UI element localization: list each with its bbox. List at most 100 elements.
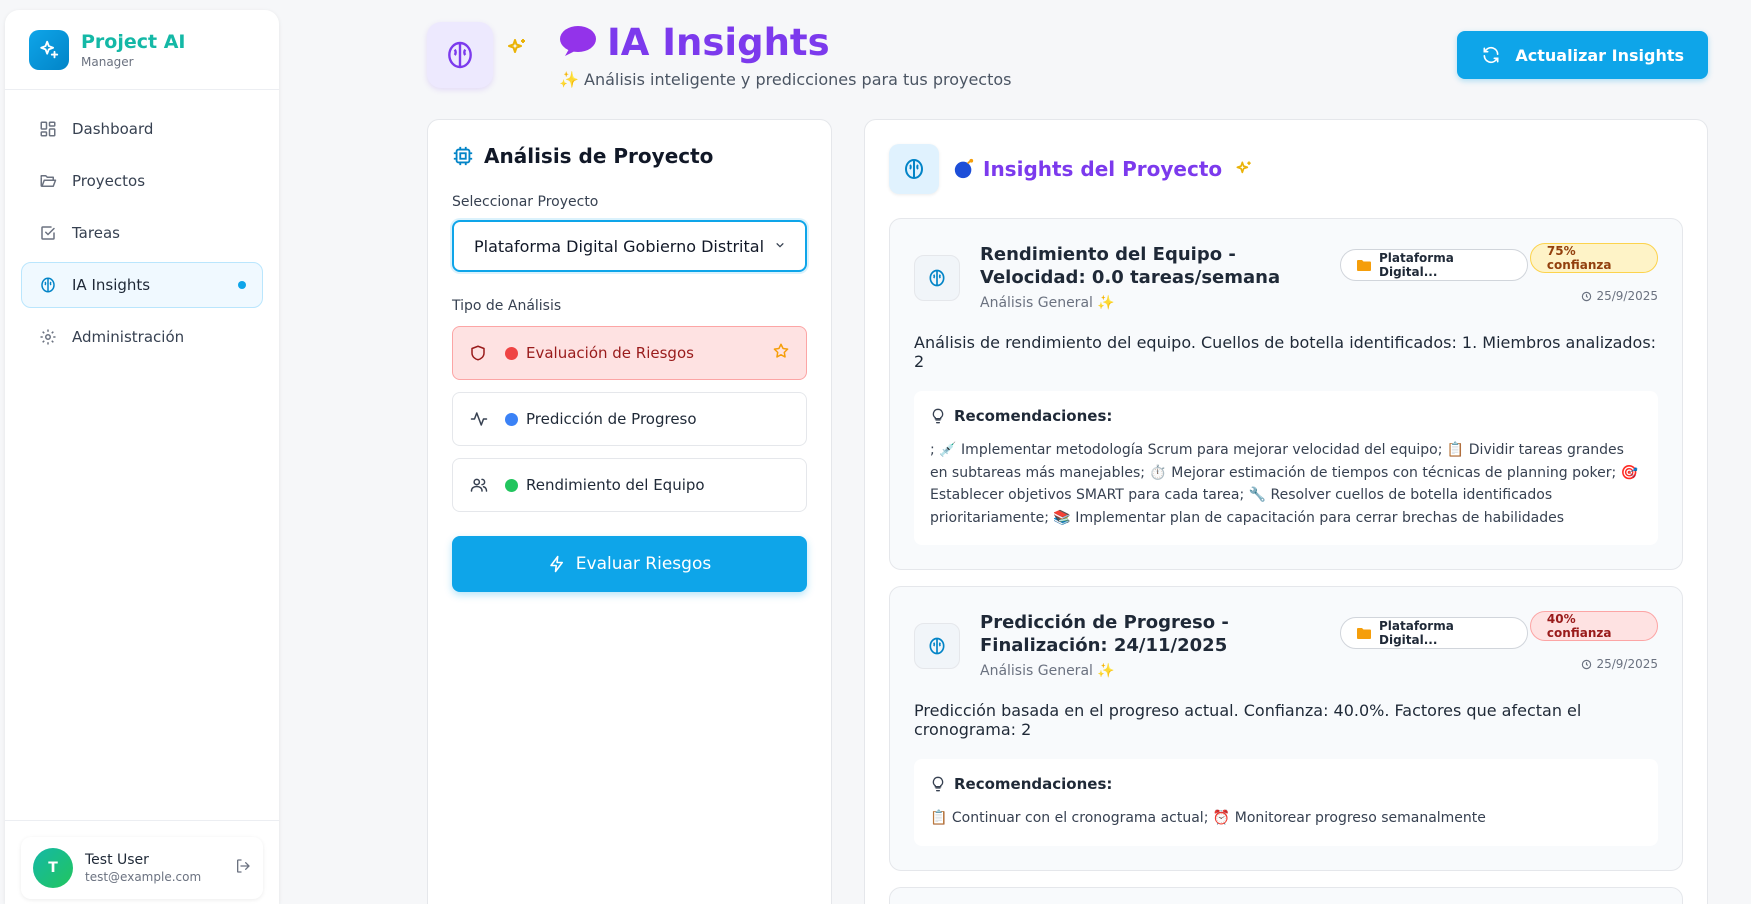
refresh-insights-label: Actualizar Insights <box>1515 45 1684 65</box>
sidebar-item-dashboard[interactable]: Dashboard <box>21 106 263 152</box>
gear-icon <box>38 327 58 347</box>
brain-icon <box>914 255 960 301</box>
bomb-icon <box>953 158 975 180</box>
recommendations-text: 📋 Continuar con el cronograma actual; ⏰ … <box>930 810 1486 826</box>
insight-category: Análisis General ✨ <box>980 663 1340 679</box>
refresh-icon <box>1481 45 1501 65</box>
insight-card[interactable]: Rendimiento del Equipo - Velocidad: 0.0 … <box>889 218 1683 570</box>
red-dot-icon <box>505 346 518 360</box>
insight-card-partial[interactable] <box>889 886 1683 904</box>
brain-icon <box>38 275 58 295</box>
user-card[interactable]: T Test User test@example.com <box>21 837 263 899</box>
sidebar-item-ia-insights[interactable]: IA Insights <box>21 262 263 308</box>
user-email: test@example.com <box>85 870 202 884</box>
lightbulb-icon <box>930 776 946 792</box>
user-section: T Test User test@example.com <box>5 820 279 904</box>
recommendations-title: Recomendaciones: <box>954 407 1113 425</box>
recommendations-header: Recomendaciones: <box>930 775 1642 793</box>
page-title: IA Insights <box>607 21 830 64</box>
insight-date: 25/9/2025 <box>1581 657 1658 671</box>
insight-card[interactable]: Predicción de Progreso - Finalización: 2… <box>889 586 1683 871</box>
sparkles-icon <box>1234 159 1254 179</box>
brand-title: Project AI <box>81 30 186 53</box>
option-progress-prediction[interactable]: Predicción de Progreso <box>452 392 807 446</box>
brain-icon <box>889 144 939 194</box>
option-label: Rendimiento del Equipo <box>526 476 705 494</box>
analysis-title-text: Análisis de Proyecto <box>484 144 714 168</box>
insight-category-text: Análisis General <box>980 663 1093 679</box>
cpu-icon <box>452 145 474 167</box>
project-tag-text: Plataforma Digital... <box>1379 251 1454 279</box>
insight-date-text: 25/9/2025 <box>1596 657 1658 671</box>
sidebar-item-label: Proyectos <box>72 172 146 190</box>
shield-icon <box>469 344 491 362</box>
sidebar-item-administracion[interactable]: Administración <box>21 314 263 360</box>
option-label: Predicción de Progreso <box>526 410 697 428</box>
avatar: T <box>33 848 73 888</box>
grid-icon <box>38 119 58 139</box>
option-label: Evaluación de Riesgos <box>526 344 694 362</box>
option-team-performance[interactable]: Rendimiento del Equipo <box>452 458 807 512</box>
confidence-badge: 75% confianza <box>1529 243 1658 273</box>
insight-title: Predicción de Progreso - Finalización: 2… <box>980 612 1229 656</box>
sidebar-item-label: Dashboard <box>72 120 154 138</box>
project-select-label: Seleccionar Proyecto <box>452 194 599 210</box>
sparkles-logo-icon <box>29 29 69 70</box>
evaluate-risks-button[interactable]: Evaluar Riesgos <box>452 536 807 592</box>
chevron-down-icon <box>775 239 785 253</box>
folder-icon <box>1357 259 1371 271</box>
brain-icon <box>427 22 493 88</box>
recommendations-title: Recomendaciones: <box>954 775 1113 793</box>
sparkle-small-icon: ✨ <box>1097 663 1115 679</box>
insights-panel: Insights del Proyecto Rendimiento del Eq… <box>864 119 1708 904</box>
project-tag: Plataforma Digital... <box>1340 249 1528 281</box>
sidebar-item-label: IA Insights <box>72 276 151 294</box>
analysis-type-label: Tipo de Análisis <box>452 298 562 314</box>
sparkles-icon <box>505 36 529 64</box>
recommendations-box: Recomendaciones: 📋 Continuar con el cron… <box>914 759 1658 846</box>
analysis-panel: Análisis de Proyecto Seleccionar Proyect… <box>427 119 832 904</box>
recommendations-box: Recomendaciones: ; 💉 Implementar metodol… <box>914 391 1658 545</box>
folder-icon <box>1357 627 1371 639</box>
checkbox-icon <box>38 223 58 243</box>
project-select[interactable]: Plataforma Digital Gobierno Distrital <box>452 220 807 272</box>
page-header: IA Insights ✨ Análisis inteligente y pre… <box>427 20 1708 90</box>
insight-category: Análisis General ✨ <box>980 295 1340 311</box>
lightning-icon <box>548 554 566 574</box>
logout-icon[interactable] <box>235 858 251 878</box>
active-indicator-dot <box>238 281 246 289</box>
clock-icon <box>1581 659 1592 670</box>
insight-description: Análisis de rendimiento del equipo. Cuel… <box>914 333 1657 371</box>
project-tag: Plataforma Digital... <box>1340 617 1528 649</box>
insights-header: Insights del Proyecto <box>889 144 1683 194</box>
option-risk-evaluation[interactable]: Evaluación de Riesgos <box>452 326 807 380</box>
project-tag-text: Plataforma Digital... <box>1379 619 1454 647</box>
refresh-insights-button[interactable]: Actualizar Insights <box>1457 31 1708 79</box>
sidebar-item-label: Tareas <box>72 224 120 242</box>
folder-open-icon <box>38 171 58 191</box>
lightbulb-icon <box>930 408 946 424</box>
sidebar-nav: Dashboard Proyectos Tareas IA Insights A… <box>5 90 279 382</box>
thought-bubble-icon <box>559 25 597 61</box>
insight-category-text: Análisis General <box>980 295 1093 311</box>
sidebar-item-tareas[interactable]: Tareas <box>21 210 263 256</box>
clock-icon <box>1581 291 1592 302</box>
activity-icon <box>469 410 491 428</box>
project-select-value: Plataforma Digital Gobierno Distrital <box>474 236 765 256</box>
star-icon <box>772 342 790 365</box>
brain-icon <box>914 623 960 669</box>
users-icon <box>469 476 491 494</box>
evaluate-risks-label: Evaluar Riesgos <box>575 554 712 574</box>
green-dot-icon <box>505 478 518 492</box>
insight-description: Predicción basada en el progreso actual.… <box>914 701 1582 739</box>
brand[interactable]: Project AI Manager <box>5 10 279 90</box>
recommendations-header: Recomendaciones: <box>930 407 1642 425</box>
recommendations-text: ; 💉 Implementar metodología Scrum para m… <box>930 442 1639 526</box>
sidebar-item-proyectos[interactable]: Proyectos <box>21 158 263 204</box>
brand-subtitle: Manager <box>81 54 134 69</box>
confidence-badge: 40% confianza <box>1529 611 1658 641</box>
page-subtitle: ✨ Análisis inteligente y predicciones pa… <box>559 70 1012 89</box>
insight-date-text: 25/9/2025 <box>1596 289 1658 303</box>
insight-date: 25/9/2025 <box>1581 289 1658 303</box>
sidebar: Project AI Manager Dashboard Proyectos T… <box>5 10 279 904</box>
